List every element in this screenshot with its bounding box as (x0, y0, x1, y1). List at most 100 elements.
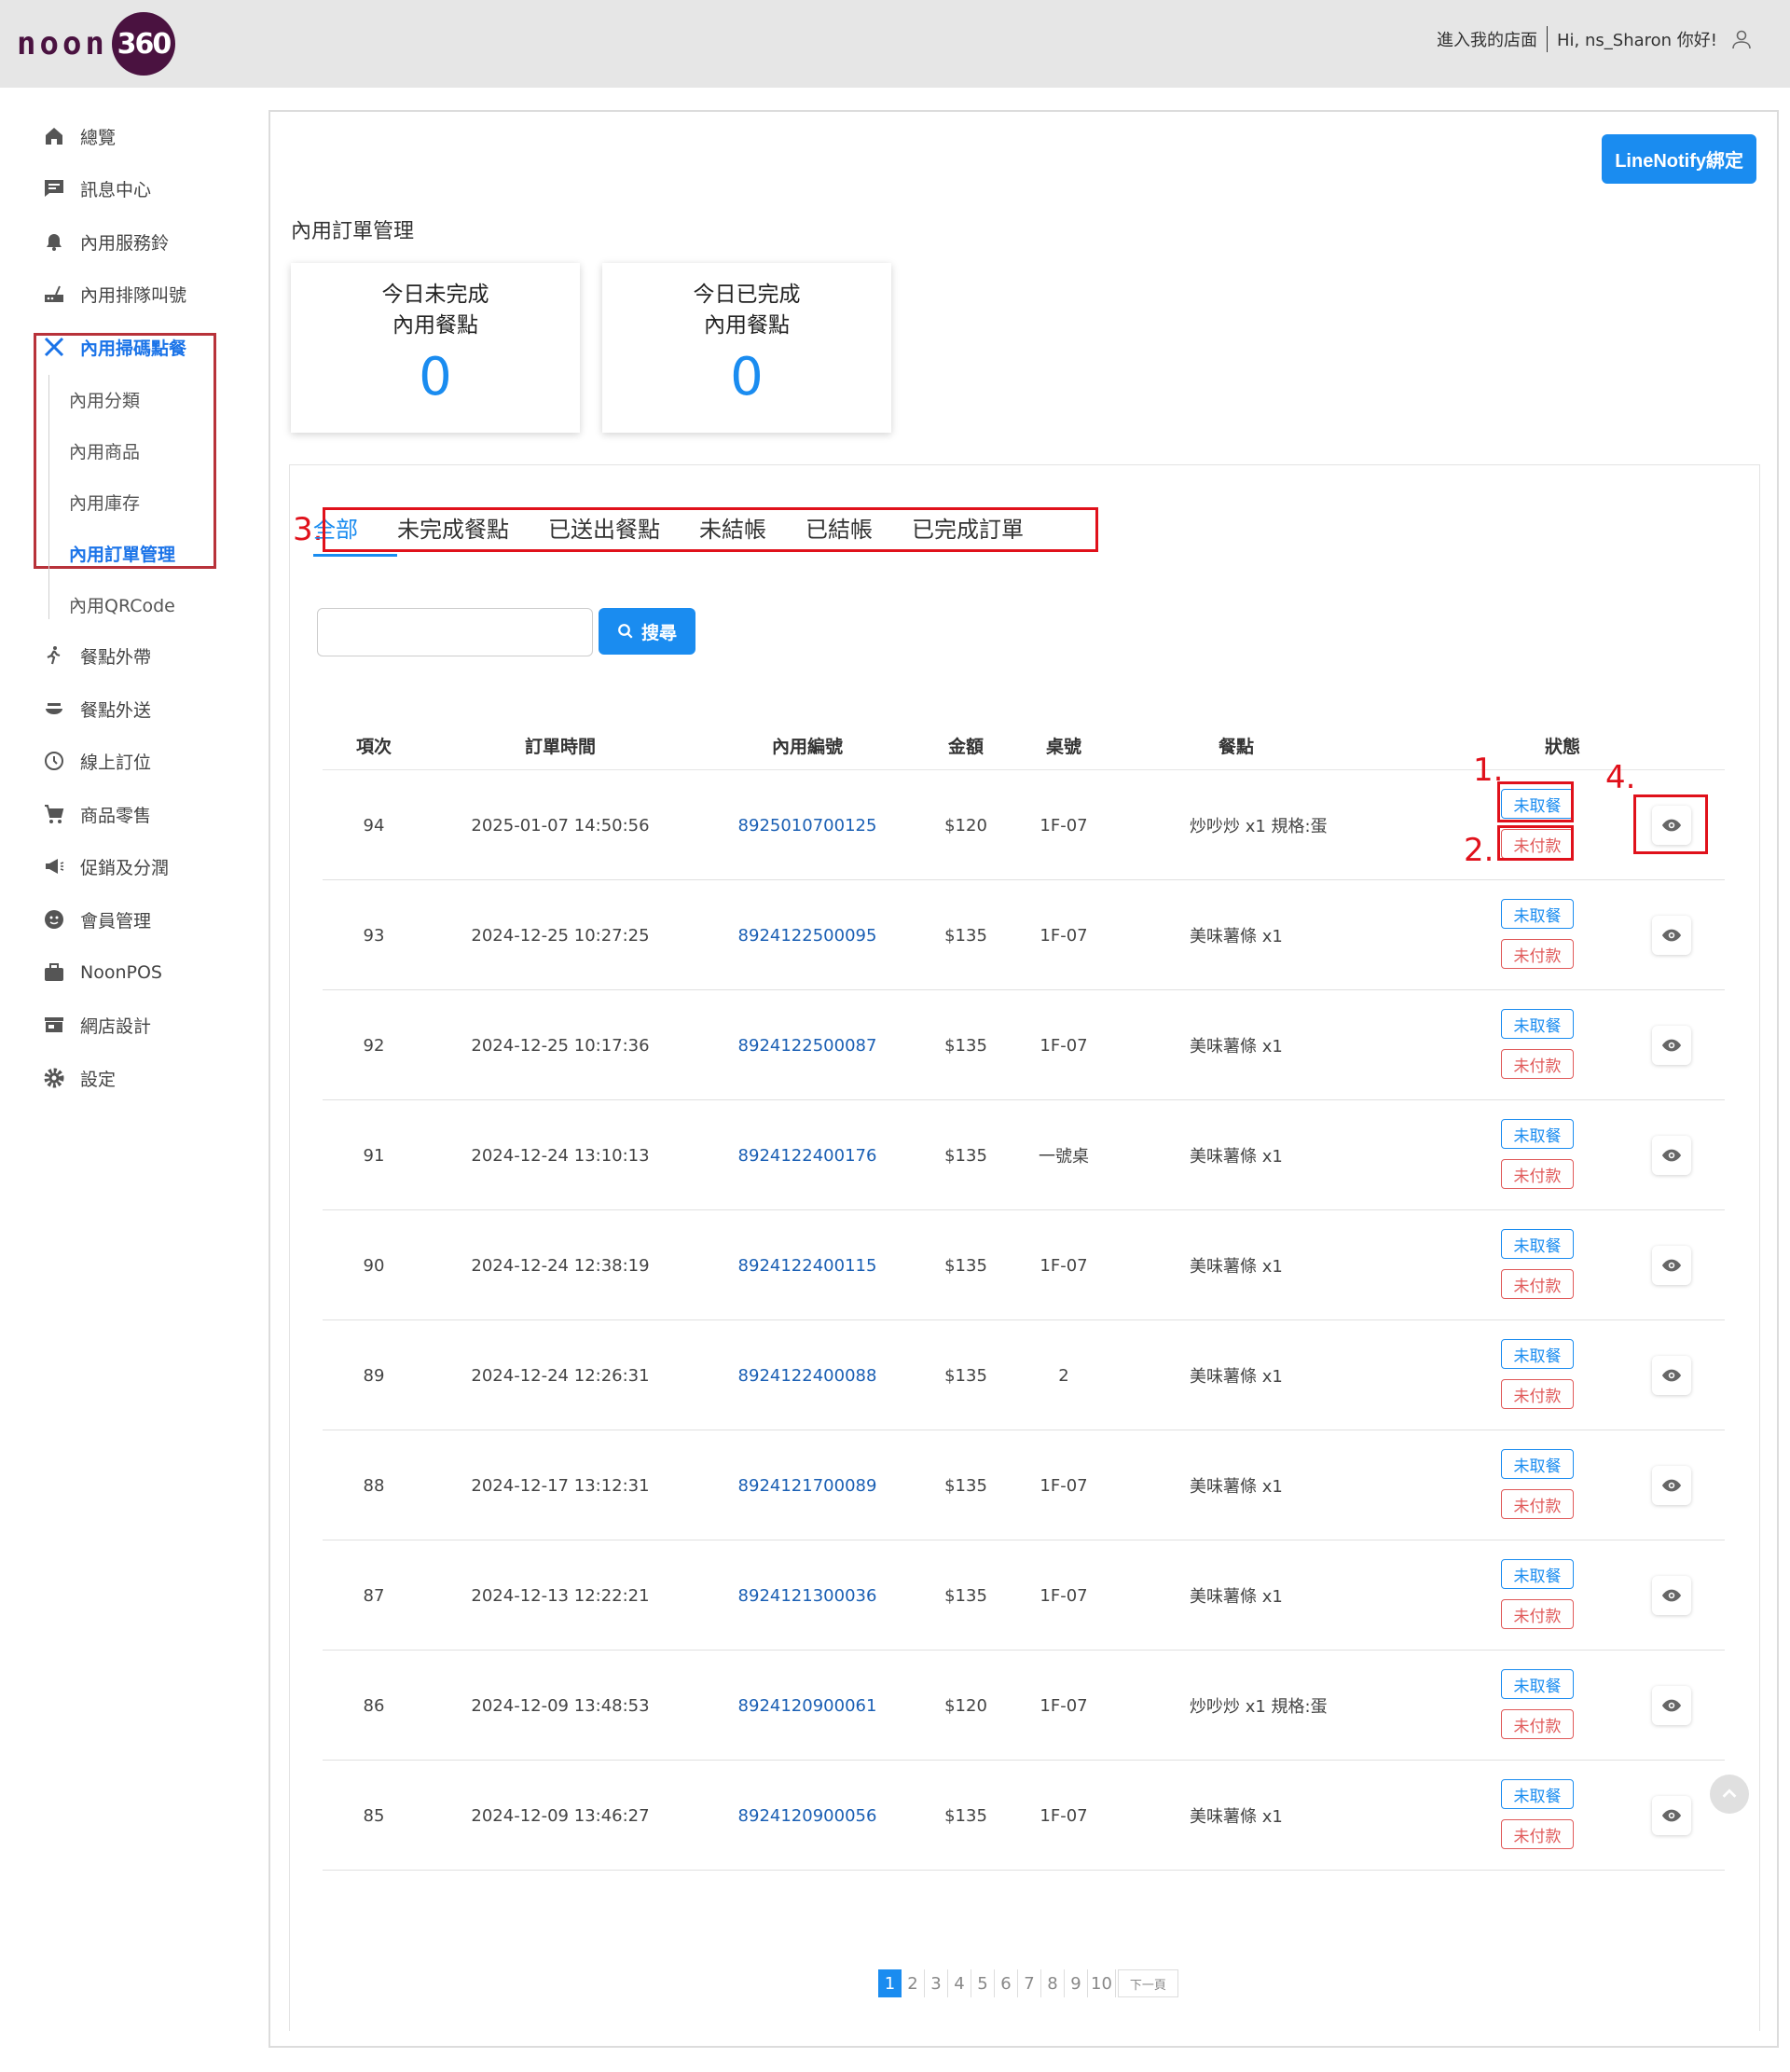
table-row: 86 2024-12-09 13:48:53 8924120900061 $120 1F… (323, 1651, 1725, 1761)
sidebar-item-noonpos[interactable]: NoonPOS (41, 954, 162, 991)
view-order-button[interactable] (1652, 1796, 1691, 1835)
page-button-4[interactable]: 4 (948, 1969, 971, 1997)
cell-time: 2024-12-25 10:27:25 (471, 925, 650, 946)
top-right-menu: 進入我的店面 Hi, ns_Sharon 你好! (1437, 26, 1753, 52)
page-button-1[interactable]: 1 (878, 1969, 902, 1997)
enter-store-link[interactable]: 進入我的店面 (1437, 27, 1537, 51)
user-icon[interactable] (1730, 28, 1753, 50)
payment-status-badge[interactable]: 未付款 (1501, 1159, 1574, 1189)
greeting-text: Hi, ns_Sharon 你好! (1557, 31, 1717, 50)
order-id-link[interactable]: 8924121700089 (695, 1430, 919, 1540)
payment-status-badge[interactable]: 未付款 (1501, 1489, 1574, 1519)
sidebar-subitem-category[interactable]: 內用分類 (69, 380, 140, 418)
walk-icon (41, 642, 67, 669)
order-id-link[interactable]: 8924120900061 (695, 1651, 919, 1761)
payment-status-badge[interactable]: 未付款 (1501, 1709, 1574, 1739)
stat-card-incomplete: 今日未完成 內用餐點 0 (291, 263, 580, 433)
sidebar-item-members[interactable]: 會員管理 (41, 901, 151, 938)
order-id-link[interactable]: 8924122500095 (695, 880, 919, 990)
divider (1547, 26, 1548, 52)
sidebar-item-promotion[interactable]: 促銷及分潤 (41, 848, 169, 885)
view-order-button[interactable] (1652, 1246, 1691, 1285)
view-order-button[interactable] (1652, 1356, 1691, 1395)
sidebar-item-label: 內用掃碼點餐 (80, 338, 187, 359)
view-order-button[interactable] (1652, 1576, 1691, 1615)
next-page-button[interactable]: 下一頁 (1117, 1969, 1178, 1997)
pickup-status-badge[interactable]: 未取餐 (1501, 1559, 1574, 1589)
sidebar-subitem-inventory[interactable]: 內用庫存 (69, 483, 140, 520)
pickup-status-badge[interactable]: 未取餐 (1501, 1339, 1574, 1369)
sidebar-item-messages[interactable]: 訊息中心 (41, 170, 151, 207)
sidebar-item-takeout[interactable]: 餐點外帶 (41, 637, 151, 674)
search-button[interactable]: 搜尋 (599, 608, 695, 655)
cell-table: 1F-07 (1040, 1585, 1088, 1606)
payment-status-badge[interactable]: 未付款 (1501, 1049, 1574, 1079)
order-id-link[interactable]: 8924122500087 (695, 990, 919, 1100)
cell-items: 美味薯條 x1 (1190, 927, 1283, 946)
pickup-status-badge[interactable]: 未取餐 (1501, 1119, 1574, 1149)
annotation-number-4: 4. (1605, 759, 1636, 796)
page-button-10[interactable]: 10 (1088, 1969, 1116, 1997)
page-button-6[interactable]: 6 (995, 1969, 1018, 1997)
column-header-status: 狀態 (1544, 736, 1580, 757)
sidebar-item-label: 線上訂位 (80, 752, 152, 773)
column-header-order-id: 內用編號 (771, 736, 843, 757)
pickup-status-badge[interactable]: 未取餐 (1501, 899, 1574, 929)
order-id-link[interactable]: 8924121300036 (695, 1540, 919, 1651)
sidebar-subitem-qrcode[interactable]: 內用QRCode (69, 586, 175, 623)
sidebar-subitem-products[interactable]: 內用商品 (69, 432, 140, 469)
page-button-8[interactable]: 8 (1041, 1969, 1065, 1997)
view-order-button[interactable] (1652, 1136, 1691, 1175)
cell-time: 2024-12-09 13:46:27 (471, 1805, 650, 1826)
view-order-button[interactable] (1652, 1686, 1691, 1725)
view-order-button[interactable] (1652, 916, 1691, 955)
payment-status-badge[interactable]: 未付款 (1501, 939, 1574, 969)
line-notify-button[interactable]: LineNotify綁定 (1602, 134, 1756, 184)
view-order-button[interactable] (1652, 1026, 1691, 1065)
sidebar-item-scan-order[interactable]: 內用掃碼點餐 (41, 328, 186, 366)
order-id-link[interactable]: 8924120900056 (695, 1761, 919, 1871)
payment-status-badge[interactable]: 未付款 (1501, 1269, 1574, 1299)
scroll-to-top-button[interactable] (1710, 1775, 1749, 1814)
table-row: 88 2024-12-17 13:12:31 8924121700089 $135 1F… (323, 1430, 1725, 1540)
sidebar-item-overview[interactable]: 總覽 (41, 117, 116, 155)
sidebar-item-reservation[interactable]: 線上訂位 (41, 742, 151, 780)
cell-no: 88 (363, 1475, 385, 1496)
noon360-logo[interactable]: noon 360 (17, 11, 175, 76)
stat-label-line2: 內用餐點 (704, 313, 790, 338)
sidebar-item-settings[interactable]: 設定 (41, 1059, 116, 1097)
cell-amount: $120 (944, 815, 987, 836)
page-button-5[interactable]: 5 (971, 1969, 995, 1997)
eye-icon (1661, 1039, 1682, 1052)
payment-status-badge[interactable]: 未付款 (1501, 1599, 1574, 1629)
sidebar-subitem-order-management[interactable]: 內用訂單管理 (69, 534, 175, 572)
pickup-status-badge[interactable]: 未取餐 (1501, 1449, 1574, 1479)
sidebar-item-queue[interactable]: 內用排隊叫號 (41, 275, 186, 312)
pickup-status-badge[interactable]: 未取餐 (1501, 1669, 1574, 1699)
cell-items: 美味薯條 x1 (1190, 1257, 1283, 1277)
cell-amount: $135 (944, 1805, 987, 1826)
pickup-status-badge[interactable]: 未取餐 (1501, 1779, 1574, 1809)
search-input[interactable] (317, 608, 593, 656)
order-id-link[interactable]: 8925010700125 (695, 770, 919, 880)
message-icon (41, 175, 67, 201)
page-button-7[interactable]: 7 (1018, 1969, 1041, 1997)
table-row: 91 2024-12-24 13:10:13 8924122400176 $135 一號… (323, 1100, 1725, 1210)
order-id-link[interactable]: 8924122400176 (695, 1100, 919, 1210)
payment-status-badge[interactable]: 未付款 (1501, 1379, 1574, 1409)
pickup-status-badge[interactable]: 未取餐 (1501, 1009, 1574, 1039)
sidebar-item-retail[interactable]: 商品零售 (41, 795, 151, 833)
order-id-link[interactable]: 8924122400115 (695, 1210, 919, 1320)
sidebar-item-store-design[interactable]: 網店設計 (41, 1006, 151, 1043)
view-order-button[interactable] (1652, 1466, 1691, 1505)
page-button-2[interactable]: 2 (902, 1969, 925, 1997)
order-id-link[interactable]: 8924122400088 (695, 1320, 919, 1430)
page-button-9[interactable]: 9 (1065, 1969, 1088, 1997)
cell-amount: $135 (944, 1035, 987, 1056)
payment-status-badge[interactable]: 未付款 (1501, 1819, 1574, 1849)
page-button-3[interactable]: 3 (925, 1969, 948, 1997)
sidebar-item-delivery[interactable]: 餐點外送 (41, 690, 151, 727)
sidebar-item-service-bell[interactable]: 內用服務鈴 (41, 223, 169, 260)
stat-label-line2: 內用餐點 (392, 313, 478, 338)
pickup-status-badge[interactable]: 未取餐 (1501, 1229, 1574, 1259)
